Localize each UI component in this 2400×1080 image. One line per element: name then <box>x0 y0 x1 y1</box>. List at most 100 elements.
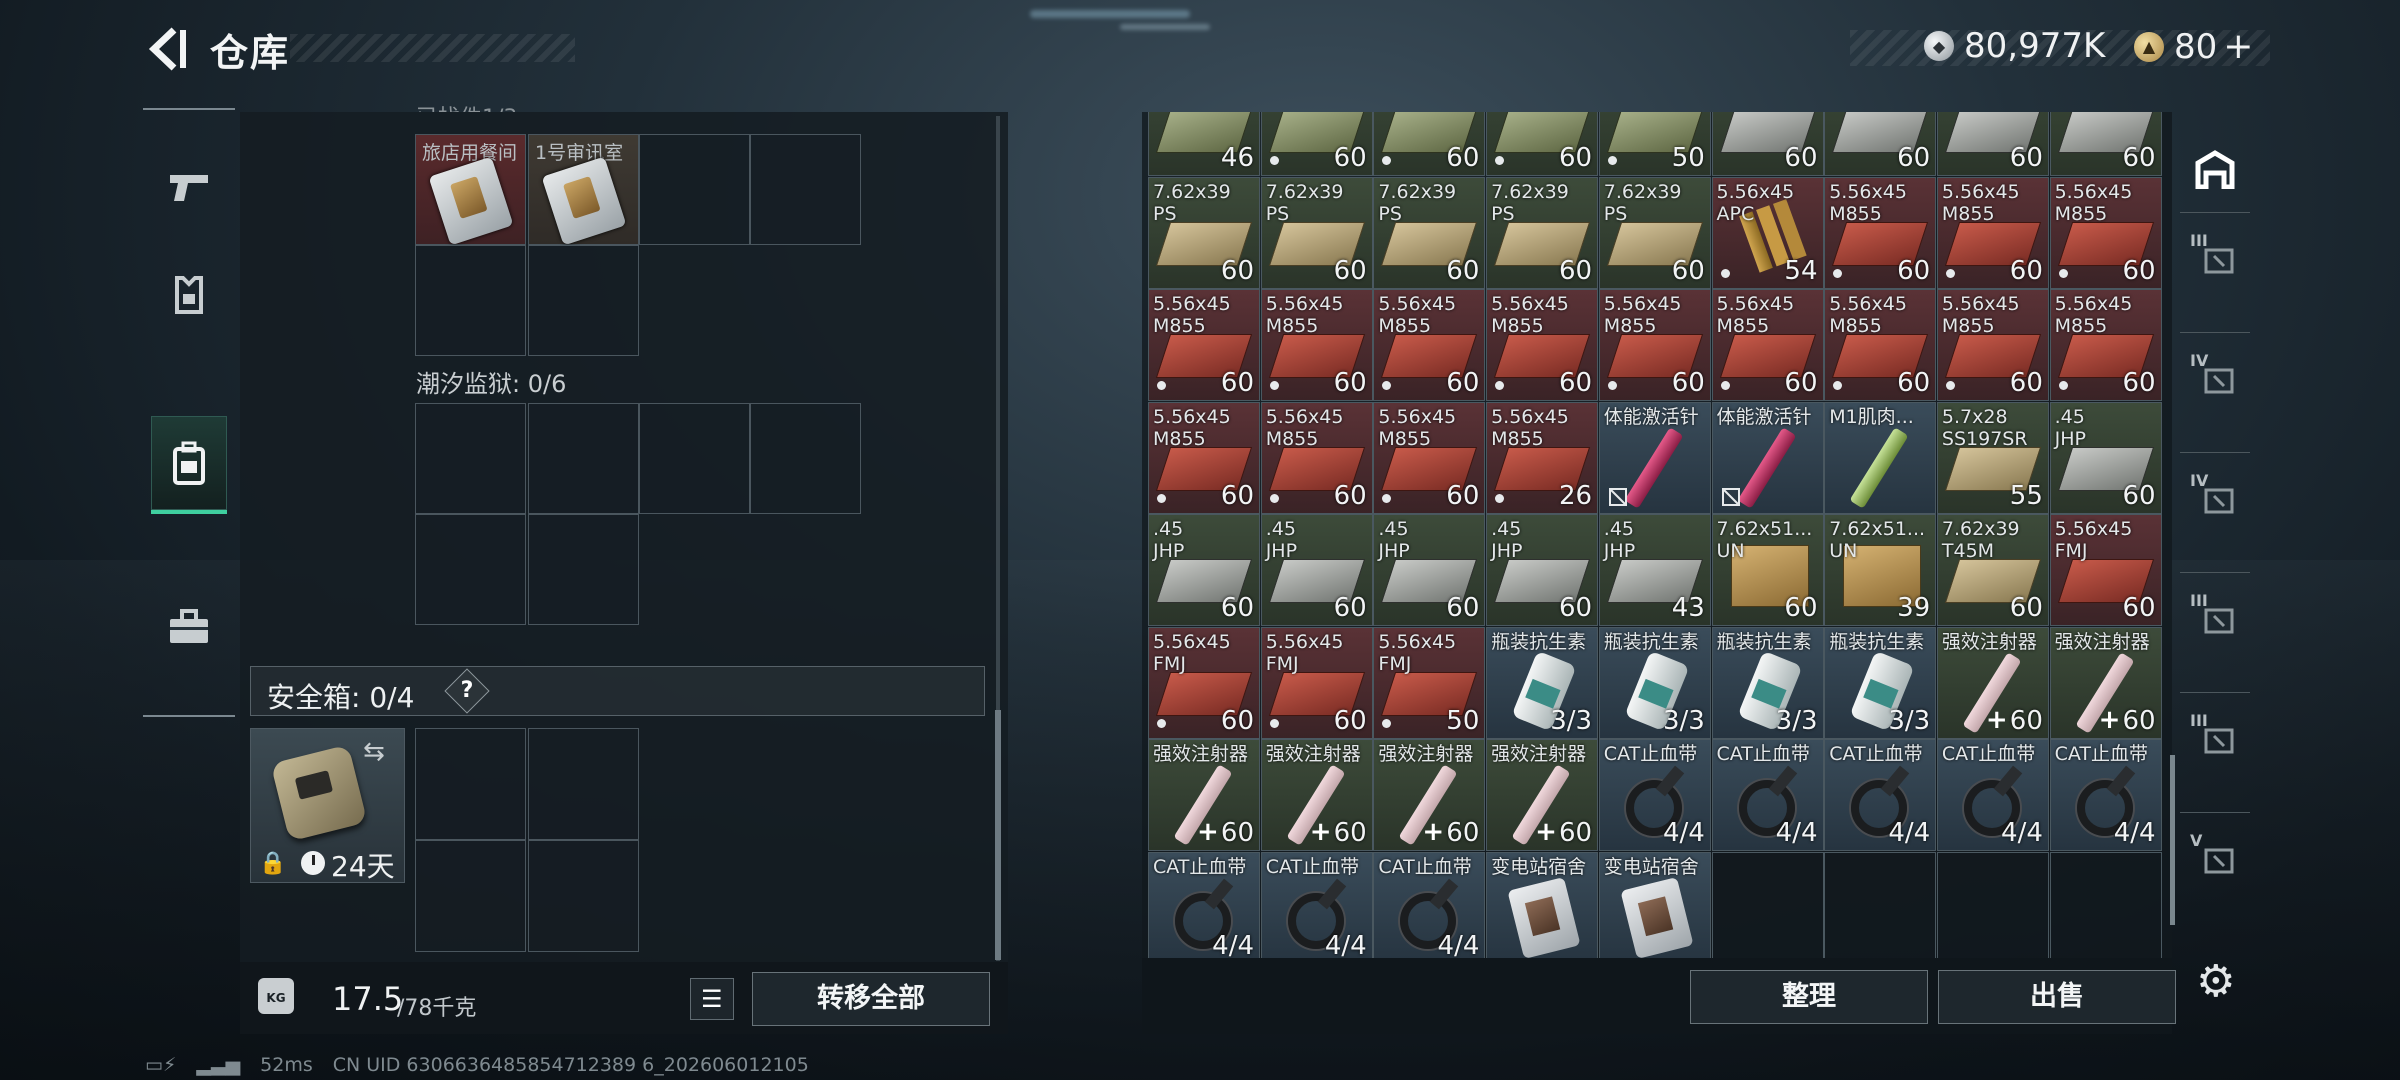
stash-item[interactable]: 5.56x45 M855 60 <box>1486 289 1599 401</box>
stash-item[interactable]: 变电站宿舍 <box>1486 851 1599 958</box>
stash-item[interactable]: 5.56x45 M855 60 <box>1824 289 1937 401</box>
stash-item[interactable]: 体能激活针 <box>1598 401 1711 514</box>
stash-item[interactable]: 瓶装抗生素 3/3 <box>1486 626 1599 739</box>
grid-slot[interactable] <box>415 245 526 356</box>
grid-slot[interactable] <box>639 134 750 245</box>
stash-item[interactable]: 强效注射器 60 + <box>1260 739 1373 851</box>
safe-box-slot[interactable]: ⇆ 🔒 24天 <box>250 728 405 883</box>
grid-slot[interactable] <box>528 403 639 514</box>
stash-item[interactable]: 瓶装抗生素 3/3 <box>1711 626 1824 739</box>
stash-item[interactable]: M1肌肉... <box>1824 401 1937 514</box>
stash-slot[interactable]: 60 <box>1824 112 1937 176</box>
stash-item[interactable]: 5.56x45 M855 60 <box>1260 401 1373 514</box>
stash-item[interactable]: .45 JHP 43 <box>1598 514 1711 626</box>
stash-item[interactable]: 7.62x39 PS 60 <box>1598 176 1711 289</box>
stash-item[interactable]: 5.56x45 M855 60 <box>1148 401 1260 514</box>
stash-slot[interactable]: 60 <box>1936 112 2049 176</box>
grid-slot[interactable] <box>528 514 639 625</box>
transfer-all-button[interactable]: 转移全部 <box>752 972 990 1026</box>
safe-slot[interactable] <box>528 728 639 840</box>
stash-item[interactable]: .45 JHP 60 <box>1486 514 1599 626</box>
help-icon[interactable]: ? <box>444 668 490 714</box>
stash-slot[interactable]: 60 <box>1373 112 1486 176</box>
tab-stash-filter[interactable]: V <box>2180 812 2250 907</box>
stash-item[interactable]: .45 JHP 60 <box>1148 514 1260 626</box>
left-scrollbar-thumb[interactable] <box>995 710 1001 960</box>
stash-item[interactable]: .45 JHP 60 <box>2049 401 2162 514</box>
stash-slot[interactable]: 50 <box>1598 112 1711 176</box>
stash-item[interactable]: 7.62x51... UN 39 <box>1824 514 1937 626</box>
safe-slot[interactable] <box>415 840 526 952</box>
tab-stash-filter[interactable]: III <box>2180 212 2250 307</box>
gear-icon[interactable]: ⚙ <box>2196 956 2235 1007</box>
nav-backpack[interactable] <box>151 416 227 514</box>
stash-item[interactable]: 7.62x39 PS 60 <box>1373 176 1486 289</box>
gold-currency[interactable]: ▲ 80 + <box>2134 26 2253 67</box>
stash-item[interactable]: CAT止血带 4/4 <box>1711 739 1824 851</box>
stash-item[interactable]: 5.56x45 APC 54 <box>1711 176 1824 289</box>
stash-item[interactable]: CAT止血带 4/4 <box>2049 739 2162 851</box>
stash-item[interactable]: .45 JHP 60 <box>1373 514 1486 626</box>
sell-button[interactable]: 出售 <box>1938 970 2176 1024</box>
stash-slot[interactable]: 60 <box>1711 112 1824 176</box>
nav-weapons[interactable] <box>151 140 227 234</box>
stash-item[interactable]: 7.62x39 PS 60 <box>1148 176 1260 289</box>
stash-item[interactable]: 5.56x45 FMJ 60 <box>2049 514 2162 626</box>
stash-scrollbar-thumb[interactable] <box>2170 755 2175 925</box>
stash-item[interactable]: 7.62x39 T45M 60 <box>1936 514 2049 626</box>
stash-item[interactable]: 5.56x45 M855 60 <box>1373 401 1486 514</box>
grid-slot[interactable]: 1号审讯室 <box>528 134 639 246</box>
tab-stash-filter[interactable]: III <box>2180 692 2250 787</box>
list-view-button[interactable]: ☰ <box>690 978 734 1020</box>
stash-item[interactable]: 5.56x45 M855 60 <box>2049 289 2162 401</box>
stash-slot[interactable] <box>1824 851 1937 958</box>
nav-case[interactable] <box>151 580 227 674</box>
stash-item[interactable]: 5.56x45 M855 60 <box>1711 289 1824 401</box>
stash-item[interactable]: 5.56x45 FMJ 50 <box>1373 626 1486 739</box>
add-currency-icon[interactable]: + <box>2223 26 2253 67</box>
stash-item[interactable]: 7.62x51... UN 60 <box>1711 514 1824 626</box>
stash-item[interactable]: 瓶装抗生素 3/3 <box>1824 626 1937 739</box>
stash-item[interactable]: 7.62x39 PS 60 <box>1260 176 1373 289</box>
stash-item[interactable]: 5.56x45 M855 60 <box>1148 289 1260 401</box>
tab-stash-filter[interactable]: IV <box>2180 332 2250 427</box>
stash-item[interactable]: .45 JHP 60 <box>1260 514 1373 626</box>
stash-item[interactable]: 5.56x45 FMJ 60 <box>1148 626 1260 739</box>
tab-all-stash[interactable] <box>2180 122 2250 216</box>
stash-slot[interactable] <box>2049 851 2162 958</box>
grid-slot[interactable] <box>639 403 750 514</box>
stash-item[interactable]: CAT止血带 4/4 <box>1260 851 1373 958</box>
stash-item[interactable]: 强效注射器 60 + <box>2049 626 2162 739</box>
stash-slot[interactable]: 46 <box>1148 112 1260 176</box>
grid-slot[interactable] <box>528 245 639 356</box>
grid-slot[interactable] <box>750 134 861 245</box>
stash-item[interactable]: CAT止血带 4/4 <box>1824 739 1937 851</box>
grid-slot[interactable] <box>750 403 861 514</box>
stash-item[interactable]: 5.56x45 M855 60 <box>2049 176 2162 289</box>
stash-slot[interactable]: 60 <box>1486 112 1599 176</box>
stash-item[interactable]: CAT止血带 4/4 <box>1598 739 1711 851</box>
grid-slot[interactable] <box>415 514 526 625</box>
stash-item[interactable]: 5.56x45 M855 60 <box>1598 289 1711 401</box>
stash-slot[interactable]: 60 <box>2049 112 2162 176</box>
nav-armor[interactable] <box>151 248 227 342</box>
stash-item[interactable]: 5.56x45 M855 60 <box>1936 176 2049 289</box>
stash-item[interactable]: 5.56x45 M855 60 <box>1936 289 2049 401</box>
stash-item[interactable]: 强效注射器 60 + <box>1486 739 1599 851</box>
stash-item[interactable]: 5.56x45 M855 60 <box>1824 176 1937 289</box>
stash-item[interactable]: 5.56x45 M855 26 <box>1486 401 1599 514</box>
stash-item[interactable]: CAT止血带 4/4 <box>1373 851 1486 958</box>
stash-item[interactable]: CAT止血带 4/4 <box>1148 851 1260 958</box>
stash-item[interactable]: 5.56x45 M855 60 <box>1373 289 1486 401</box>
stash-item[interactable]: 强效注射器 60 + <box>1373 739 1486 851</box>
sort-button[interactable]: 整理 <box>1690 970 1928 1024</box>
stash-item[interactable]: 变电站宿舍 <box>1598 851 1711 958</box>
stash-slot[interactable]: 60 <box>1260 112 1373 176</box>
stash-item[interactable]: 体能激活针 <box>1711 401 1824 514</box>
stash-item[interactable]: 7.62x39 PS 60 <box>1486 176 1599 289</box>
stash-slot[interactable] <box>1936 851 2049 958</box>
stash-item[interactable]: 5.7x28 SS197SR 55 <box>1936 401 2049 514</box>
stash-slot[interactable] <box>1711 851 1824 958</box>
stash-item[interactable]: 强效注射器 60 + <box>1936 626 2049 739</box>
back-arrow-icon[interactable] <box>142 24 192 74</box>
